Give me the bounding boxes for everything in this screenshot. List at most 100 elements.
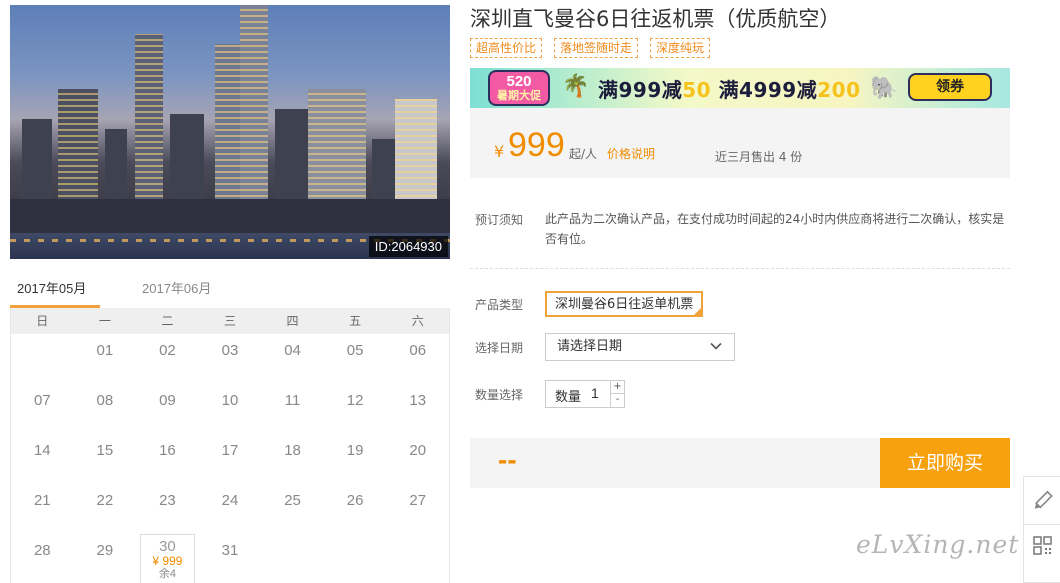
calendar-day: 23 [159,492,176,509]
date-label: 选择日期 [475,341,524,355]
weekday: 日 [36,314,49,328]
product-tag: 深度纯玩 [650,38,711,58]
elephant-icon: 🐘 [870,76,898,101]
calendar-day: 07 [33,392,51,409]
quantity-stepper: 数量 1 + - [545,380,625,408]
calendar-day: 03 [221,342,239,359]
product-type-option[interactable]: 深圳曼谷6日往返单机票 [545,291,704,317]
day-number: 30 [159,538,176,555]
day-price: ¥ 999 [152,554,183,568]
calendar-day: 31 [221,542,239,559]
purchase-bar: -- 立即购买 [470,438,1010,488]
weekday: 四 [286,314,299,328]
calendar-day: 04 [284,342,301,359]
weekday: 三 [223,314,236,328]
calendar-day: 06 [409,342,427,359]
calendar-day: 12 [346,392,364,409]
calendar-day: 28 [33,542,51,559]
calendar-day: 11 [284,392,301,409]
notice-label: 预订须知 [475,213,524,227]
weekday: 二 [161,314,174,328]
price-explain-link[interactable]: 价格说明 [607,145,655,162]
chevron-down-icon [710,342,722,350]
promo-banner[interactable]: 520 暑期大促 🌴 满999减50 满4999减200 🐘 领券 [470,68,1010,108]
calendar: 日 一 二 三 四 五 六 01 02 03 04 05 06 07 08 09 10 11 12 13… [10,308,450,583]
divider [470,268,1010,269]
calendar-day: 20 [409,442,427,459]
product-tag: 落地签随时走 [554,38,639,58]
destination-photo: ID:2064930 [10,5,450,259]
product-tag: 超高性价比 [470,38,543,58]
pencil-icon [1034,490,1053,509]
promo-badge-text: 暑期大促 [497,90,541,102]
calendar-day: 24 [221,492,239,509]
calendar-day-available[interactable]: 30 ¥ 999 余4 [140,534,195,583]
quantity-increase-button[interactable]: + [610,381,624,394]
calendar-day: 27 [409,492,427,509]
quantity-decrease-button[interactable]: - [610,394,624,407]
quantity-inner-label: 数量 [555,390,582,405]
calendar-day [11,334,74,384]
weekday: 五 [349,314,362,328]
qr-code-tool[interactable] [1024,525,1060,573]
calendar-day: 15 [96,442,114,459]
notice-text: 此产品为二次确认产品，在支付成功时间起的24小时内供应商将进行二次确认，核实是否… [545,212,1005,246]
calendar-day: 09 [159,392,176,409]
calendar-day: 14 [33,442,51,459]
product-tags: 超高性价比 落地签随时走 深度纯玩 [470,38,711,58]
calendar-day: 05 [346,342,364,359]
calendar-day: 25 [284,492,301,509]
date-select-value: 请选择日期 [557,339,623,354]
calendar-days: 01 02 03 04 05 06 07 08 09 10 11 12 13 14 15 16 17 18 19 20… [11,334,449,583]
buy-now-button[interactable]: 立即购买 [880,438,1010,488]
calendar-day: 21 [33,492,51,509]
calendar-day: 10 [221,392,239,409]
photo-id-label: ID:2064930 [368,236,448,257]
quantity-label: 数量选择 [475,388,524,402]
calendar-day: 18 [284,442,301,459]
tab-month-june[interactable]: 2017年06月 [142,276,232,308]
deal-b-amount: 200 [817,78,861,102]
product-title: 深圳直飞曼谷6日往返机票（优质航空） [470,7,841,31]
site-watermark: eLvXing.net [856,530,1020,559]
deal-a-text: 满999减 [598,78,683,102]
get-coupon-button[interactable]: 领券 [908,73,992,101]
feedback-tool[interactable] [1024,477,1060,525]
price-box: ¥ 999 起/人 价格说明 近三月售出 4 份 [470,108,1010,178]
price-amount: 999 [508,126,565,164]
calendar-day: 08 [96,392,114,409]
day-stock: 余4 [158,568,176,580]
calendar-weekdays: 日 一 二 三 四 五 六 [11,308,449,334]
tab-month-may[interactable]: 2017年05月 [10,276,100,308]
calendar-day: 13 [409,392,427,409]
qr-code-icon [1033,536,1052,555]
currency-symbol: ¥ [494,142,505,161]
side-toolbar [1023,476,1060,583]
calendar-day: 02 [159,342,176,359]
calendar-day: 29 [96,542,114,559]
promo-520-badge: 520 暑期大促 [488,70,550,106]
palm-tree-icon: 🌴 [562,74,590,99]
calendar-day [324,534,387,583]
calendar-day [386,534,449,583]
weekday: 一 [98,314,111,328]
quantity-value[interactable]: 1 [591,385,599,401]
promo-deals: 满999减50 满4999减200 [598,74,860,103]
calendar-day: 19 [346,442,364,459]
sold-count: 近三月售出 4 份 [715,150,803,164]
calendar-day: 26 [346,492,364,509]
product-type-label: 产品类型 [475,298,524,312]
total-price: -- [498,444,517,475]
calendar-day [261,534,324,583]
date-select[interactable]: 请选择日期 [545,333,735,361]
deal-a-amount: 50 [682,78,712,102]
price-unit: 起/人 [569,147,598,161]
deal-b-text: 满4999减 [718,78,818,102]
calendar-day: 22 [96,492,114,509]
calendar-day: 17 [221,442,239,459]
promo-badge-number: 520 [506,73,532,90]
weekday: 六 [411,314,424,328]
calendar-day: 01 [96,342,114,359]
calendar-day: 16 [159,442,176,459]
month-tabs: 2017年05月 2017年06月 [10,276,450,308]
